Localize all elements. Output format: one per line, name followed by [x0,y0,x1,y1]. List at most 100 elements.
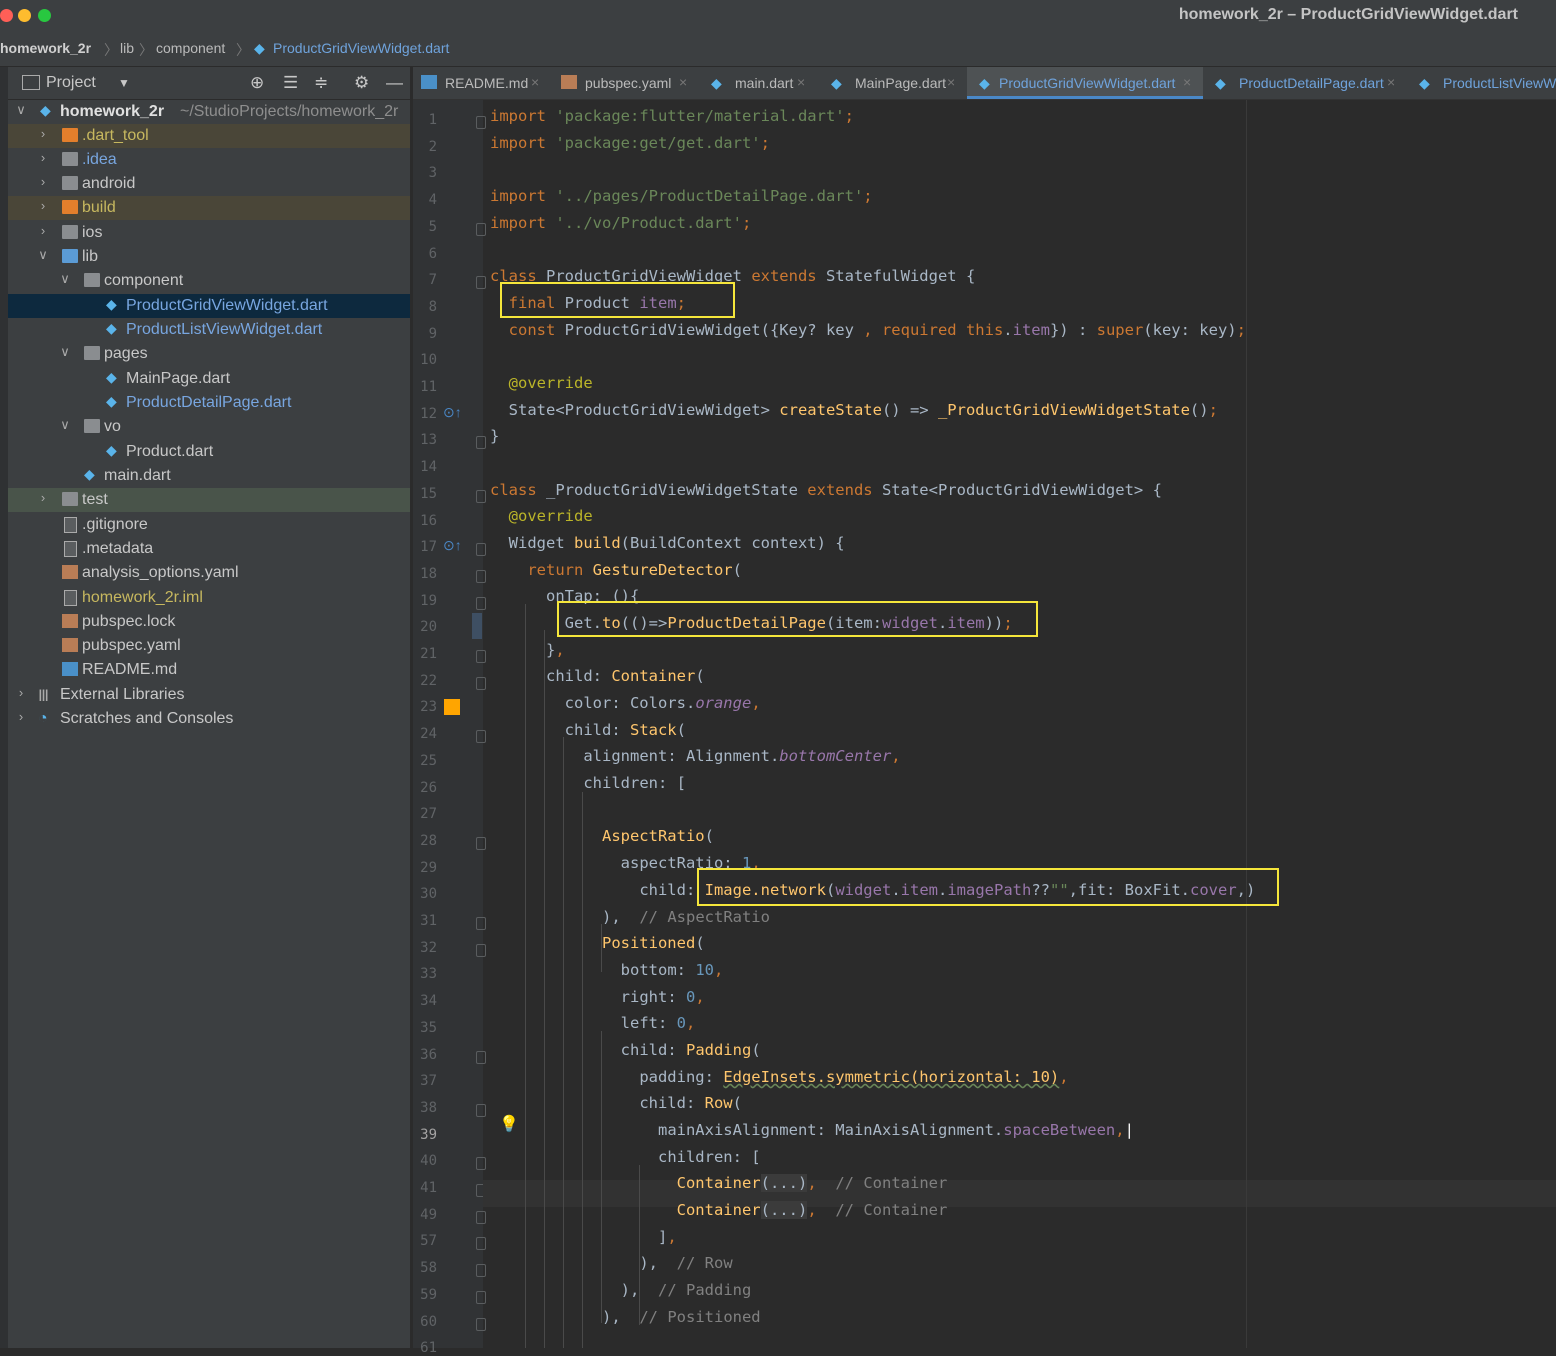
chevron-right-icon[interactable]: › [14,709,28,724]
chevron-down-icon[interactable]: ▼ [118,76,130,90]
line-number[interactable]: 26 [413,780,437,796]
tab-pubspec[interactable]: pubspec.yaml × [553,67,699,99]
line-number[interactable]: 28 [413,833,437,849]
line-number[interactable]: 33 [413,966,437,982]
close-icon[interactable]: × [1387,74,1395,90]
tree-item-pubspec-yaml[interactable]: pubspec.yaml [8,634,410,658]
tree-item-ios[interactable]: › ios [8,221,410,245]
chevron-right-icon[interactable]: › [36,198,50,213]
tab-productdetailpage[interactable]: ◆ ProductDetailPage.dart × [1207,67,1405,99]
line-number[interactable]: 11 [413,379,437,395]
chevron-right-icon[interactable]: › [36,126,50,141]
tree-item-analysis-options[interactable]: analysis_options.yaml [8,561,410,585]
line-number[interactable]: 1 [413,112,437,128]
tree-item-android[interactable]: › android [8,172,410,196]
gear-icon[interactable]: ⚙ [354,73,369,93]
line-number[interactable]: 24 [413,726,437,742]
close-icon[interactable]: × [531,74,539,90]
line-number[interactable]: 37 [413,1073,437,1089]
tree-item-metadata[interactable]: .metadata [8,537,410,561]
tab-main[interactable]: ◆ main.dart × [703,67,821,99]
close-icon[interactable]: × [679,74,687,90]
override-marker-icon[interactable]: ⊙↑ [443,537,462,554]
tree-item-main[interactable]: ◆ main.dart [8,464,410,488]
line-number[interactable]: 41 [413,1180,437,1196]
line-number[interactable]: 22 [413,673,437,689]
tree-item-idea[interactable]: › .idea [8,148,410,172]
tree-item-productlistviewwidget[interactable]: ◆ ProductListViewWidget.dart [8,318,410,342]
tree-item-productdetailpage[interactable]: ◆ ProductDetailPage.dart [8,391,410,415]
line-number[interactable]: 34 [413,993,437,1009]
line-number[interactable]: 61 [413,1340,437,1356]
line-number[interactable]: 7 [413,272,437,288]
close-icon[interactable]: × [1183,74,1191,90]
chevron-right-icon[interactable]: › [36,223,50,238]
line-number[interactable]: 21 [413,646,437,662]
tree-item-scratches[interactable]: › ◔ Scratches and Consoles [8,707,410,731]
line-number[interactable]: 35 [413,1020,437,1036]
chevron-right-icon[interactable]: › [14,685,28,700]
line-number[interactable]: 13 [413,432,437,448]
collapse-all-icon[interactable]: ≑ [314,73,328,93]
tab-productlistviewwidget[interactable]: ◆ ProductListViewWi [1411,67,1556,99]
tree-item-readme[interactable]: README.md [8,658,410,682]
line-number[interactable]: 2 [413,139,437,155]
line-number[interactable]: 60 [413,1314,437,1330]
tree-item-component[interactable]: ∨ component [8,269,410,293]
line-number[interactable]: 16 [413,513,437,529]
line-number[interactable]: 20 [413,619,437,635]
tree-item-external-libraries[interactable]: › Ⅲ External Libraries [8,683,410,707]
line-number[interactable]: 58 [413,1260,437,1276]
tab-mainpage[interactable]: ◆ MainPage.dart × [823,67,965,99]
color-swatch-icon[interactable] [444,699,460,716]
line-number[interactable]: 9 [413,326,437,342]
chevron-down-icon[interactable]: ∨ [58,344,72,360]
line-number-gutter[interactable]: 1 2 3 4 5 6 7 8 9 10 11 12 13 14 15 16 17 18 19 20 21 22 23 24 2… [413,100,486,1356]
minimize-window-button[interactable] [18,9,31,22]
tree-item-mainpage[interactable]: ◆ MainPage.dart [8,367,410,391]
maximize-window-button[interactable] [38,9,51,22]
line-number[interactable]: 57 [413,1233,437,1249]
tree-item-dart_tool[interactable]: › .dart_tool [8,124,410,148]
tree-item-build[interactable]: › build [8,196,410,220]
tree-item-test[interactable]: › test [8,488,410,512]
chevron-down-icon[interactable]: ∨ [36,247,50,263]
line-number[interactable]: 4 [413,192,437,208]
breadcrumb-file[interactable]: ProductGridViewWidget.dart [273,40,449,56]
code-area[interactable]: import 'package:flutter/material.dart'; … [483,100,1556,1348]
close-icon[interactable]: × [797,74,805,90]
hide-panel-icon[interactable]: — [386,73,403,93]
tree-item-iml[interactable]: homework_2r.iml [8,586,410,610]
tree-item-pubspec-lock[interactable]: pubspec.lock [8,610,410,634]
chevron-down-icon[interactable]: ∨ [58,271,72,287]
close-icon[interactable]: × [947,74,955,90]
lightbulb-icon[interactable]: 💡 [499,1114,519,1134]
line-number[interactable]: 10 [413,352,437,368]
line-number[interactable]: 38 [413,1100,437,1116]
tree-item-homework_2r[interactable]: ∨ ◆ homework_2r ~/StudioProjects/homewor… [8,100,410,124]
breadcrumb-lib[interactable]: lib [120,40,134,56]
line-number[interactable]: 40 [413,1153,437,1169]
chevron-down-icon[interactable]: ∨ [58,417,72,433]
chevron-right-icon[interactable]: › [36,490,50,505]
tree-item-vo[interactable]: ∨ vo [8,415,410,439]
tab-readme[interactable]: README.md × [413,67,549,99]
locate-file-icon[interactable]: ⊕ [250,73,264,93]
line-number[interactable]: 36 [413,1047,437,1063]
chevron-down-icon[interactable]: ∨ [14,102,28,118]
line-number[interactable]: 8 [413,299,437,315]
line-number[interactable]: 12 [413,406,437,422]
tree-item-product[interactable]: ◆ Product.dart [8,440,410,464]
line-number[interactable]: 59 [413,1287,437,1303]
line-number[interactable]: 5 [413,219,437,235]
tab-productgridviewwidget[interactable]: ◆ ProductGridViewWidget.dart × [967,67,1203,99]
line-number[interactable]: 27 [413,806,437,822]
line-number[interactable]: 6 [413,246,437,262]
breadcrumb-project[interactable]: homework_2r [0,40,91,56]
tree-item-productgridviewwidget[interactable]: ◆ ProductGridViewWidget.dart [8,294,410,318]
project-view-selector[interactable]: Project [46,74,96,92]
line-number[interactable]: 19 [413,593,437,609]
line-number[interactable]: 39 [413,1127,437,1143]
tree-item-lib[interactable]: ∨ lib [8,245,410,269]
line-number[interactable]: 29 [413,860,437,876]
